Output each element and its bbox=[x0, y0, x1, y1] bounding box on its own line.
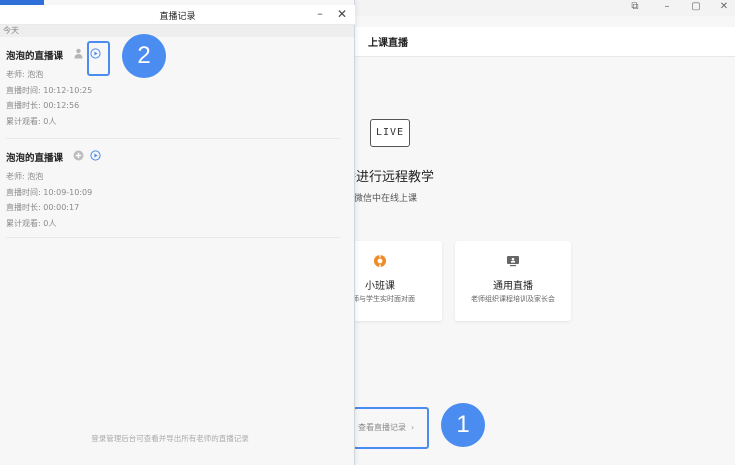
step-callout-2: 2 bbox=[122, 34, 166, 78]
chevron-right-icon: › bbox=[411, 423, 415, 432]
maximize-window-button[interactable]: ▢ bbox=[688, 0, 704, 14]
record-teacher: 老师: 泡泡 bbox=[6, 172, 44, 181]
record-time: 直播时间: 10:12-10:25 bbox=[6, 86, 93, 95]
view-records-label: 查看直播记录 bbox=[358, 423, 406, 432]
play-button-highlight bbox=[87, 41, 110, 76]
general-live-desc: 老师组织课程培训及家长会 bbox=[471, 295, 555, 303]
dialog-footer-note: 登录管理后台可查看并导出所有老师的直播记录 bbox=[91, 434, 249, 443]
record-duration: 直播时长: 00:00:17 bbox=[6, 203, 80, 212]
general-live-title: 通用直播 bbox=[493, 281, 533, 292]
live-badge-icon: LIVE bbox=[370, 119, 410, 147]
dialog-title: 直播记录 bbox=[159, 12, 196, 22]
record-title: 泡泡的直播课 bbox=[6, 153, 64, 164]
person-icon bbox=[74, 48, 83, 59]
close-window-button[interactable]: ✕ bbox=[716, 0, 732, 14]
hero-subtitle: 在微信中在线上课 bbox=[345, 194, 418, 204]
dialog-minimize-button[interactable]: – bbox=[313, 6, 327, 22]
record-time: 直播时间: 10:09-10:09 bbox=[6, 188, 93, 197]
record-item[interactable]: 泡泡的直播课 老师: 泡泡 直播时间: 10:12-10:25 直播时长: 00… bbox=[6, 48, 340, 139]
record-item[interactable]: 泡泡的直播课 老师: 泡泡 直播时间: 10:09-10:09 直播时长: 00… bbox=[6, 150, 340, 238]
section-header-today: 今天 bbox=[0, 25, 354, 37]
record-views: 累计观看: 0人 bbox=[6, 219, 57, 228]
pin-window-icon[interactable]: ⧉ bbox=[627, 0, 643, 14]
add-circle-icon bbox=[73, 150, 84, 161]
view-live-records-link[interactable]: 查看直播记录 › bbox=[353, 407, 429, 449]
live-records-dialog: 直播记录 – ✕ 今天 泡泡的直播课 老师: 泡泡 直播时间: 10:12-10… bbox=[0, 0, 355, 465]
record-teacher: 老师: 泡泡 bbox=[6, 70, 44, 79]
record-title: 泡泡的直播课 bbox=[6, 51, 64, 62]
broadcast-screen-icon bbox=[507, 256, 519, 267]
dialog-close-button[interactable]: ✕ bbox=[335, 6, 349, 22]
step-callout-1: 1 bbox=[441, 403, 485, 447]
tab-live-class[interactable]: 上课直播 bbox=[368, 34, 408, 49]
dialog-titlebar: 直播记录 – ✕ bbox=[0, 5, 355, 25]
small-class-icon bbox=[374, 254, 386, 268]
play-icon[interactable] bbox=[90, 150, 101, 161]
general-live-card[interactable]: 通用直播 老师组织课程培训及家长会 bbox=[455, 241, 571, 321]
record-duration: 直播时长: 00:12:56 bbox=[6, 101, 80, 110]
record-views: 累计观看: 0人 bbox=[6, 117, 57, 126]
minimize-window-button[interactable]: – bbox=[659, 0, 675, 14]
